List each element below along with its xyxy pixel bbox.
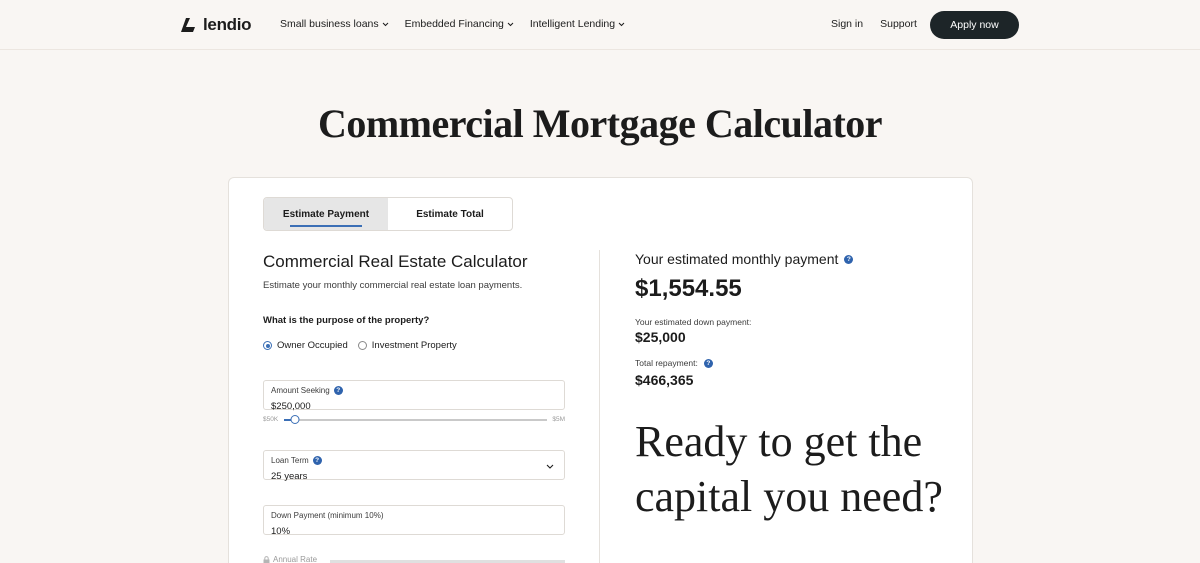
nav-item-embedded-financing[interactable]: Embedded Financing [405,18,514,30]
field-label-text: Loan Term [271,456,309,465]
column-divider [599,250,600,563]
annual-rate-text: Annual Rate [273,555,318,563]
down-payment-result-value: $25,000 [635,329,686,345]
monthly-payment-value: $1,554.55 [635,275,742,302]
apply-now-button[interactable]: Apply now [930,11,1019,39]
active-tab-indicator [290,225,362,227]
amount-seeking-label: Amount Seeking ? [271,386,343,395]
monthly-payment-heading: Your estimated monthly payment ? [635,251,854,267]
amount-seeking-field[interactable]: Amount Seeking ? $250,000 [263,380,565,412]
chevron-down-icon [546,464,554,469]
calculator-tabs: Estimate Payment Estimate Total [263,197,513,231]
total-repayment-heading: Total repayment: ? [635,358,713,368]
calculator-title: Commercial Real Estate Calculator [263,252,528,271]
nav-item-small-business-loans[interactable]: Small business loans [280,18,389,30]
chevron-down-icon [507,22,514,26]
nav-item-label: Small business loans [280,18,379,30]
radio-investment-property[interactable]: Investment Property [357,340,457,351]
purpose-radio-group: Owner Occupied Investment Property [263,340,457,351]
nav-item-label: Intelligent Lending [529,18,616,30]
calculator-subtitle: Estimate your monthly commercial real es… [263,280,523,291]
tab-label: Estimate Total [416,208,484,220]
tab-estimate-total[interactable]: Estimate Total [388,198,512,230]
slider-min-label: $50K [263,416,279,423]
field-label-text: Amount Seeking [271,386,330,395]
amount-slider[interactable]: $50K $5M [263,413,565,427]
chevron-down-icon [618,22,625,26]
cta-heading: Ready to get the capital you need? [635,417,943,521]
loan-term-label: Loan Term ? [271,456,322,465]
down-payment-label: Down Payment (minimum 10%) [271,511,383,520]
help-icon[interactable]: ? [333,386,343,395]
top-nav: lendio Small business loans Embedded Fin… [0,0,1200,50]
slider-max-label: $5M [552,416,565,423]
page-title: Commercial Mortgage Calculator [317,101,883,146]
radio-button[interactable] [357,341,367,350]
lock-icon [263,555,270,563]
annual-rate-label: Annual Rate [263,555,317,563]
down-payment-field[interactable]: Down Payment (minimum 10%) 10% [263,505,565,537]
total-repayment-value: $466,365 [635,372,694,388]
nav-item-intelligent-lending[interactable]: Intelligent Lending [530,18,625,30]
amount-seeking-value[interactable]: $250,000 [271,401,311,412]
tab-estimate-payment[interactable]: Estimate Payment [264,198,388,230]
total-repayment-label: Total repayment: [635,358,698,368]
lendio-logo[interactable]: lendio [181,15,252,35]
help-icon[interactable]: ? [844,254,854,264]
radio-label: Owner Occupied [277,340,348,351]
radio-label: Investment Property [371,340,457,351]
slider-thumb[interactable] [290,415,300,424]
sign-in-link[interactable]: Sign in [831,18,863,30]
nav-item-label: Embedded Financing [404,18,504,30]
loan-term-select[interactable]: Loan Term ? 25 years [263,450,565,482]
nav-right: Sign in Support [831,18,917,30]
radio-owner-occupied[interactable]: Owner Occupied [263,340,348,351]
monthly-payment-label: Your estimated monthly payment [635,251,839,267]
support-link[interactable]: Support [880,18,917,30]
radio-button-checked[interactable] [263,341,272,350]
purpose-question: What is the purpose of the property? [263,315,430,326]
loan-term-value: 25 years [271,471,308,482]
lendio-logo-icon [181,18,195,32]
chevron-down-icon [382,22,388,26]
down-payment-value[interactable]: 10% [271,526,290,537]
logo-text: lendio [203,15,252,34]
tab-label: Estimate Payment [282,208,370,220]
nav-menu: Small business loans Embedded Financing … [280,18,625,30]
help-icon[interactable]: ? [703,358,713,368]
down-payment-result-label: Your estimated down payment: [635,317,752,327]
field-label-text: Down Payment (minimum 10%) [271,511,384,520]
help-icon[interactable]: ? [312,456,322,465]
slider-track[interactable] [284,415,547,424]
